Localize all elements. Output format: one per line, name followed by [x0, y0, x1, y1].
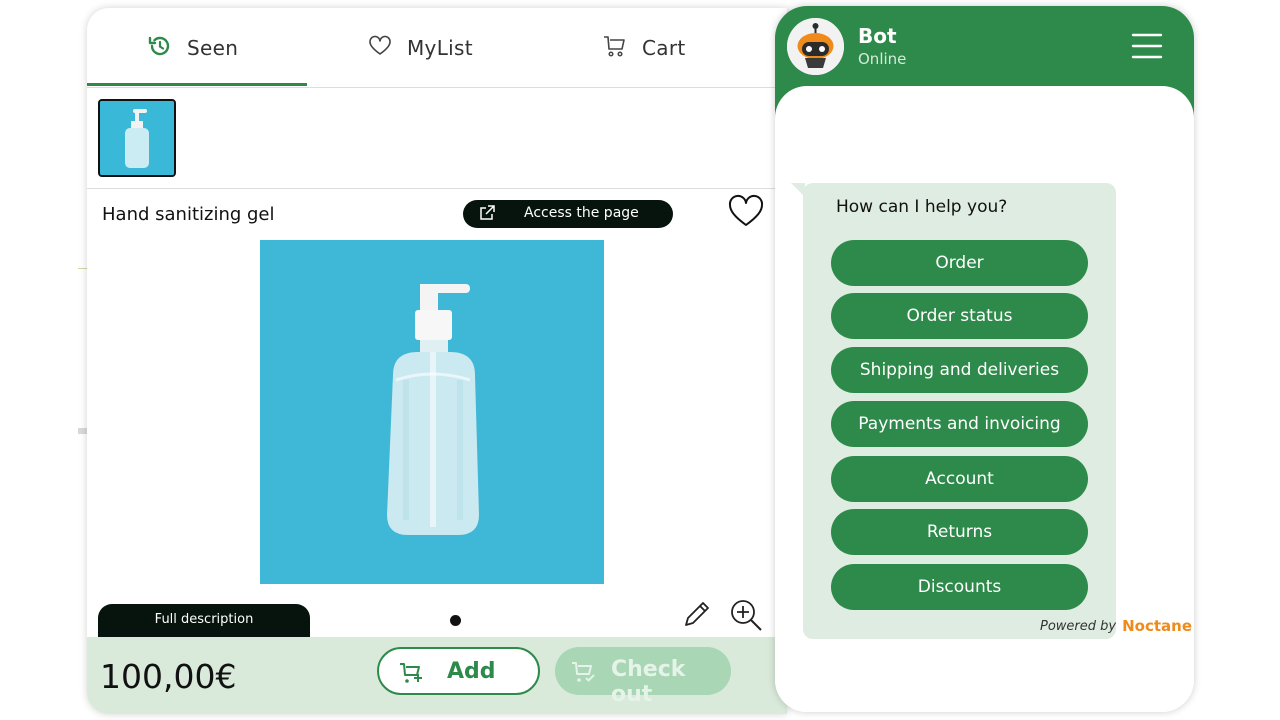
- access-page-label: Access the page: [524, 205, 639, 221]
- product-panel: Seen MyList Cart Hand sanitizing gel Acc…: [87, 8, 787, 714]
- favorite-heart-icon[interactable]: [727, 194, 765, 232]
- checkout-label: Check out: [611, 657, 686, 707]
- purchase-bar: 100,00€ Add Check out: [87, 637, 787, 714]
- bot-message: How can I help you? Order Order status S…: [803, 183, 1116, 639]
- hamburger-menu-icon[interactable]: [1131, 32, 1163, 64]
- cart-check-icon: [571, 660, 597, 688]
- tab-bar: Seen MyList Cart: [87, 8, 787, 88]
- history-icon: [147, 33, 173, 63]
- add-label: Add: [447, 659, 496, 684]
- carousel-dot[interactable]: [450, 615, 461, 626]
- pencil-icon[interactable]: [681, 598, 713, 634]
- powered-by: Powered by Noctane: [1040, 617, 1192, 635]
- access-page-button[interactable]: Access the page: [463, 200, 673, 228]
- bot-avatar-icon: [787, 18, 844, 75]
- full-description-tab[interactable]: Full description: [98, 604, 310, 638]
- tab-mylist-label: MyList: [407, 36, 473, 60]
- tab-cart[interactable]: Cart: [602, 8, 686, 88]
- brand-logo[interactable]: Noctane: [1122, 617, 1192, 635]
- chat-widget: Bot Online How can I help you? Order Ord…: [775, 6, 1194, 712]
- cart-add-icon: [399, 661, 425, 689]
- product-price: 100,00€: [100, 657, 237, 696]
- option-returns[interactable]: Returns: [831, 509, 1088, 555]
- option-order[interactable]: Order: [831, 240, 1088, 286]
- checkout-button[interactable]: Check out: [555, 647, 731, 707]
- external-link-icon: [479, 205, 495, 225]
- option-account[interactable]: Account: [831, 456, 1088, 502]
- screen: Seen MyList Cart Hand sanitizing gel Acc…: [0, 0, 1280, 720]
- product-title: Hand sanitizing gel: [102, 204, 275, 225]
- heart-icon: [367, 33, 393, 63]
- product-image: [260, 240, 604, 584]
- bot-status: Online: [858, 50, 907, 68]
- bot-message-text: How can I help you?: [836, 197, 1008, 217]
- option-discounts[interactable]: Discounts: [831, 564, 1088, 610]
- tab-seen[interactable]: Seen: [147, 8, 238, 88]
- active-tab-indicator: [87, 83, 307, 86]
- tab-cart-label: Cart: [642, 36, 686, 60]
- option-shipping[interactable]: Shipping and deliveries: [831, 347, 1088, 393]
- tab-mylist[interactable]: MyList: [367, 8, 473, 88]
- tab-seen-label: Seen: [187, 36, 239, 60]
- add-to-cart-button[interactable]: Add: [377, 647, 540, 695]
- zoom-in-icon[interactable]: [728, 597, 764, 637]
- bot-name: Bot: [858, 24, 897, 48]
- option-order-status[interactable]: Order status: [831, 293, 1088, 339]
- chat-body: How can I help you? Order Order status S…: [775, 86, 1194, 712]
- product-thumbnail[interactable]: [98, 99, 176, 177]
- divider: [87, 188, 787, 189]
- powered-by-label: Powered by: [1040, 618, 1117, 634]
- cart-icon: [602, 33, 628, 63]
- option-payments[interactable]: Payments and invoicing: [831, 401, 1088, 447]
